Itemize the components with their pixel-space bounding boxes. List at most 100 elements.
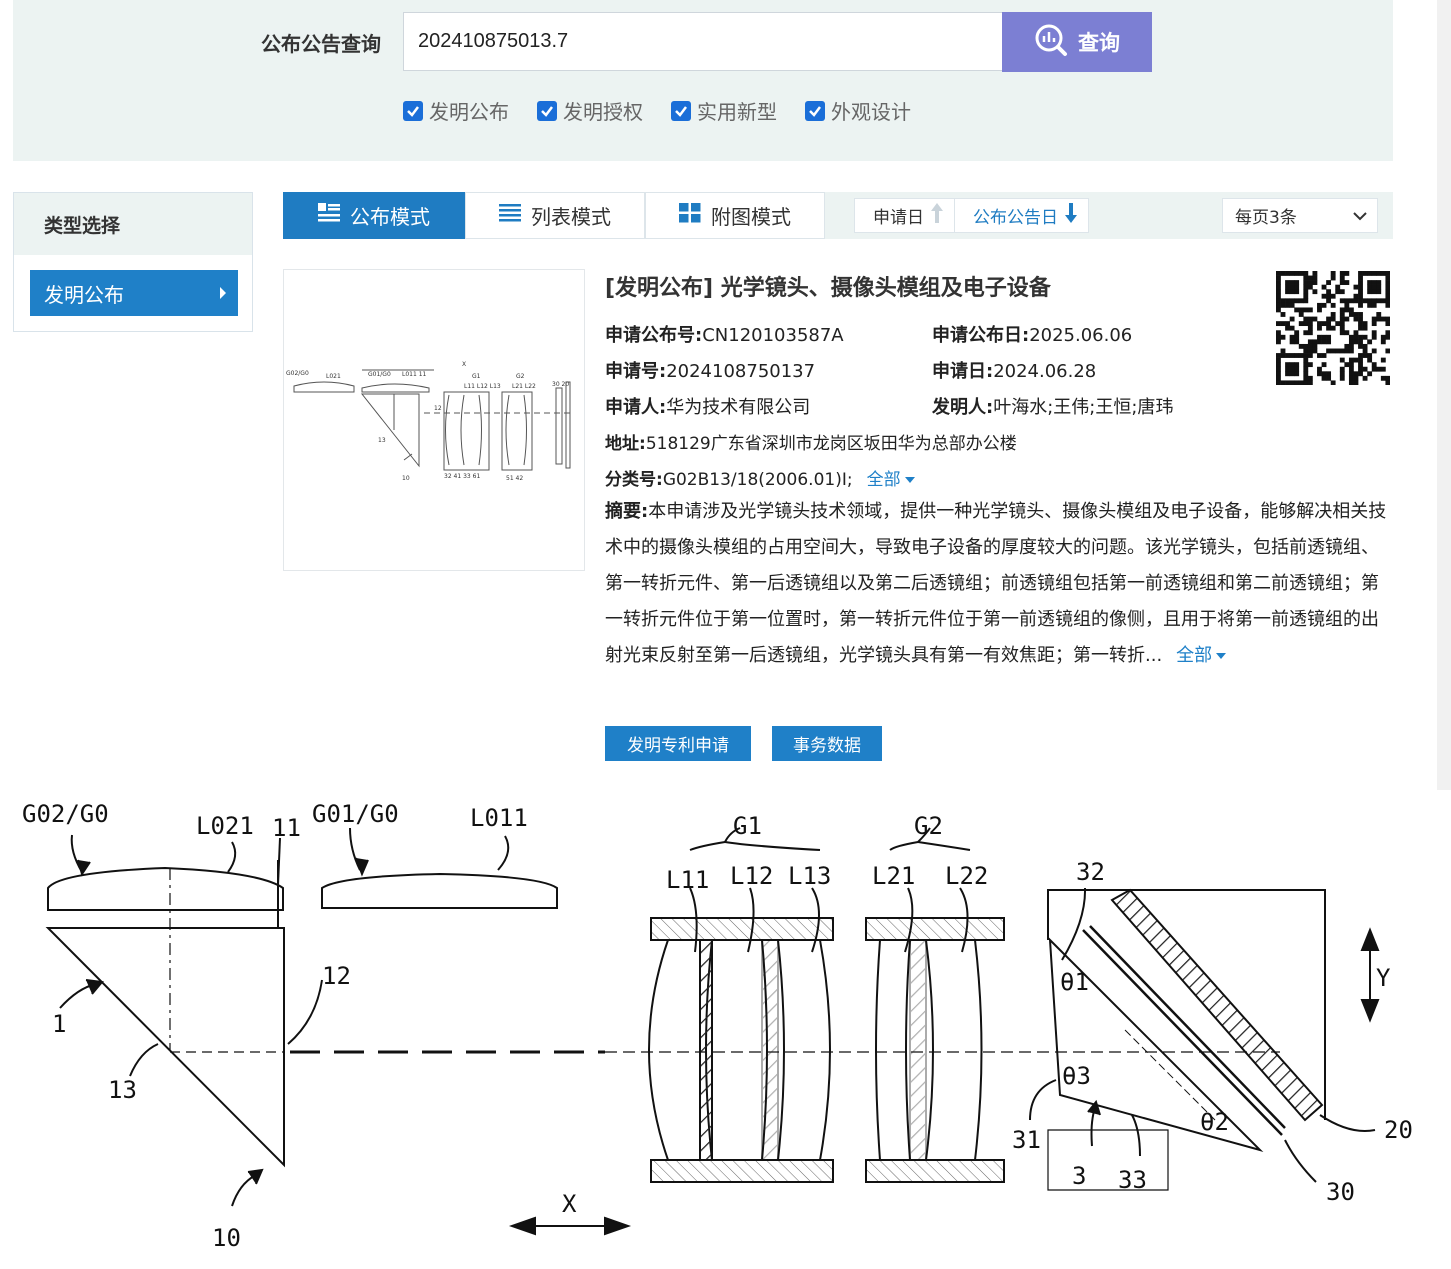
drawing-label: L021: [196, 812, 254, 840]
sidebar-item-label: 发明公布: [44, 282, 124, 307]
field-label: 申请日:: [932, 361, 994, 382]
tab-figure-mode[interactable]: 附图模式: [645, 192, 825, 239]
svg-text:L011 11: L011 11: [402, 371, 427, 378]
transaction-data-button[interactable]: 事务数据: [772, 726, 882, 761]
filter-design[interactable]: 外观设计: [805, 96, 911, 125]
qr-code: [1276, 271, 1391, 386]
search-button[interactable]: 查询: [1002, 12, 1152, 72]
application-number-field: 申请号:2024108750137: [605, 357, 815, 383]
svg-text:13: 13: [378, 437, 386, 444]
abstract-text: 本申请涉及光学镜头技术领域，提供一种光学镜头、摄像头模组及电子设备，能够解决相关…: [605, 501, 1387, 666]
svg-text:30 20: 30 20: [552, 381, 569, 388]
drawing-label: 10: [212, 1224, 241, 1252]
tab-list-mode[interactable]: 列表模式: [465, 192, 645, 239]
caret-down-icon: [1216, 653, 1227, 659]
scrollbar[interactable]: [1437, 0, 1451, 790]
drawing-label: 3: [1072, 1162, 1086, 1190]
field-label: 申请公布日:: [932, 325, 1030, 346]
drawing-label: θ2: [1200, 1108, 1229, 1136]
per-page-value: 每页3条: [1235, 208, 1297, 228]
inventor-field: 发明人:叶海水;王伟;王恒;唐玮: [932, 393, 1173, 419]
drawing-label: 30: [1326, 1178, 1355, 1206]
drawing-label: G2: [914, 812, 943, 840]
abstract-expand-link[interactable]: 全部: [1176, 645, 1227, 666]
field-label: 分类号:: [605, 470, 663, 490]
drawing-label: 11: [272, 814, 301, 842]
field-label: 摘要:: [605, 501, 649, 522]
drawing-label: 12: [322, 962, 351, 990]
tab-publication-mode[interactable]: 公布模式: [283, 192, 465, 239]
classification-expand-link[interactable]: 全部: [867, 470, 915, 490]
tab-label: 附图模式: [711, 205, 791, 229]
patent-thumbnail[interactable]: G02/G0 L021 G01/G0 L011 11 G1 G2 L11 L12 L13…: [283, 269, 585, 571]
invention-application-button[interactable]: 发明专利申请: [605, 726, 751, 761]
filter-invention-publication[interactable]: 发明公布: [403, 96, 509, 125]
svg-text:51 42: 51 42: [506, 475, 523, 482]
address-field: 地址:518129广东省深圳市龙岗区坂田华为总部办公楼: [605, 429, 1017, 454]
svg-text:G2: G2: [516, 373, 525, 380]
field-value: CN120103587A: [702, 325, 844, 346]
drawing-label: L13: [788, 862, 831, 890]
svg-text:12: 12: [434, 405, 442, 412]
drawing-label: 32: [1076, 858, 1105, 886]
field-value: 2024.06.28: [993, 361, 1097, 382]
chevron-down-icon: [1353, 206, 1367, 226]
caret-right-icon: [220, 287, 226, 299]
drawing-label: 33: [1118, 1166, 1147, 1194]
list-icon: [499, 203, 521, 228]
drawing-label: G1: [733, 812, 762, 840]
search-label: 公布公告查询: [261, 32, 381, 56]
field-label: 申请号:: [605, 361, 667, 382]
filter-utility-model[interactable]: 实用新型: [671, 96, 777, 125]
filter-checkboxes: 发明公布 发明授权 实用新型 外观设计: [403, 96, 911, 125]
per-page-select[interactable]: 每页3条: [1222, 198, 1378, 233]
tab-label: 列表模式: [531, 205, 611, 229]
svg-text:G1: G1: [472, 373, 481, 380]
field-label: 申请人:: [605, 397, 667, 418]
classification-field: 分类号:G02B13/18(2006.01)I; 全部: [605, 465, 915, 490]
drawing-label: L11: [666, 866, 709, 894]
view-toolbar: 公布模式 列表模式 附图模式 申请日 公布公告日 每页3条: [283, 192, 1393, 239]
expand-label: 全部: [1176, 645, 1213, 666]
field-label: 发明人:: [932, 397, 994, 418]
field-label: 地址:: [605, 434, 646, 454]
checkbox-checked-icon[interactable]: [537, 100, 557, 121]
field-value: G02B13/18(2006.01)I;: [662, 470, 853, 490]
checkbox-checked-icon[interactable]: [805, 100, 825, 121]
search-icon: [1034, 23, 1068, 62]
expand-label: 全部: [866, 470, 901, 490]
sort-label: 申请日: [873, 208, 924, 228]
svg-text:10: 10: [402, 475, 410, 482]
filter-label: 发明公布: [429, 100, 509, 124]
abstract-field: 摘要:本申请涉及光学镜头技术领域，提供一种光学镜头、摄像头模组及电子设备，能够解…: [605, 494, 1393, 674]
filter-label: 实用新型: [697, 100, 777, 124]
svg-text:L11 L12 L13: L11 L12 L13: [464, 383, 501, 390]
filter-invention-grant[interactable]: 发明授权: [537, 96, 643, 125]
drawing-label: θ3: [1062, 1062, 1091, 1090]
drawing-label: L22: [945, 862, 988, 890]
checkbox-checked-icon[interactable]: [671, 100, 691, 121]
svg-text:L021: L021: [326, 373, 341, 380]
field-value: 518129广东省深圳市龙岗区坂田华为总部办公楼: [645, 434, 1017, 454]
drawing-label: L21: [872, 862, 915, 890]
caret-down-icon: [904, 477, 915, 483]
field-label: 申请公布号:: [605, 325, 703, 346]
record-title[interactable]: [发明公布] 光学镜头、摄像头模组及电子设备: [605, 270, 1051, 302]
svg-text:L21 L22: L21 L22: [512, 383, 536, 390]
svg-text:G02/G0: G02/G0: [286, 370, 309, 377]
drawing-label: 1: [52, 1010, 66, 1038]
search-button-label: 查询: [1078, 31, 1120, 55]
type-sidebar: 类型选择 发明公布: [13, 192, 253, 332]
search-input[interactable]: [403, 12, 1003, 71]
sort-publication-date[interactable]: 公布公告日: [954, 199, 1088, 232]
sort-application-date[interactable]: 申请日: [855, 199, 954, 232]
sidebar-item-invention-publication[interactable]: 发明公布: [30, 270, 238, 316]
search-panel: 公布公告查询 查询 发明公布 发明授权 实用新型 外观设: [13, 0, 1393, 161]
checkbox-checked-icon[interactable]: [403, 100, 423, 121]
application-date-field: 申请日:2024.06.28: [932, 357, 1096, 383]
drawing-label: 31: [1012, 1126, 1041, 1154]
publication-number-field: 申请公布号:CN120103587A: [605, 321, 844, 347]
drawing-label: L011: [470, 804, 528, 832]
drawing-label: G01/G0: [312, 800, 399, 828]
field-value: 叶海水;王伟;王恒;唐玮: [993, 397, 1174, 418]
